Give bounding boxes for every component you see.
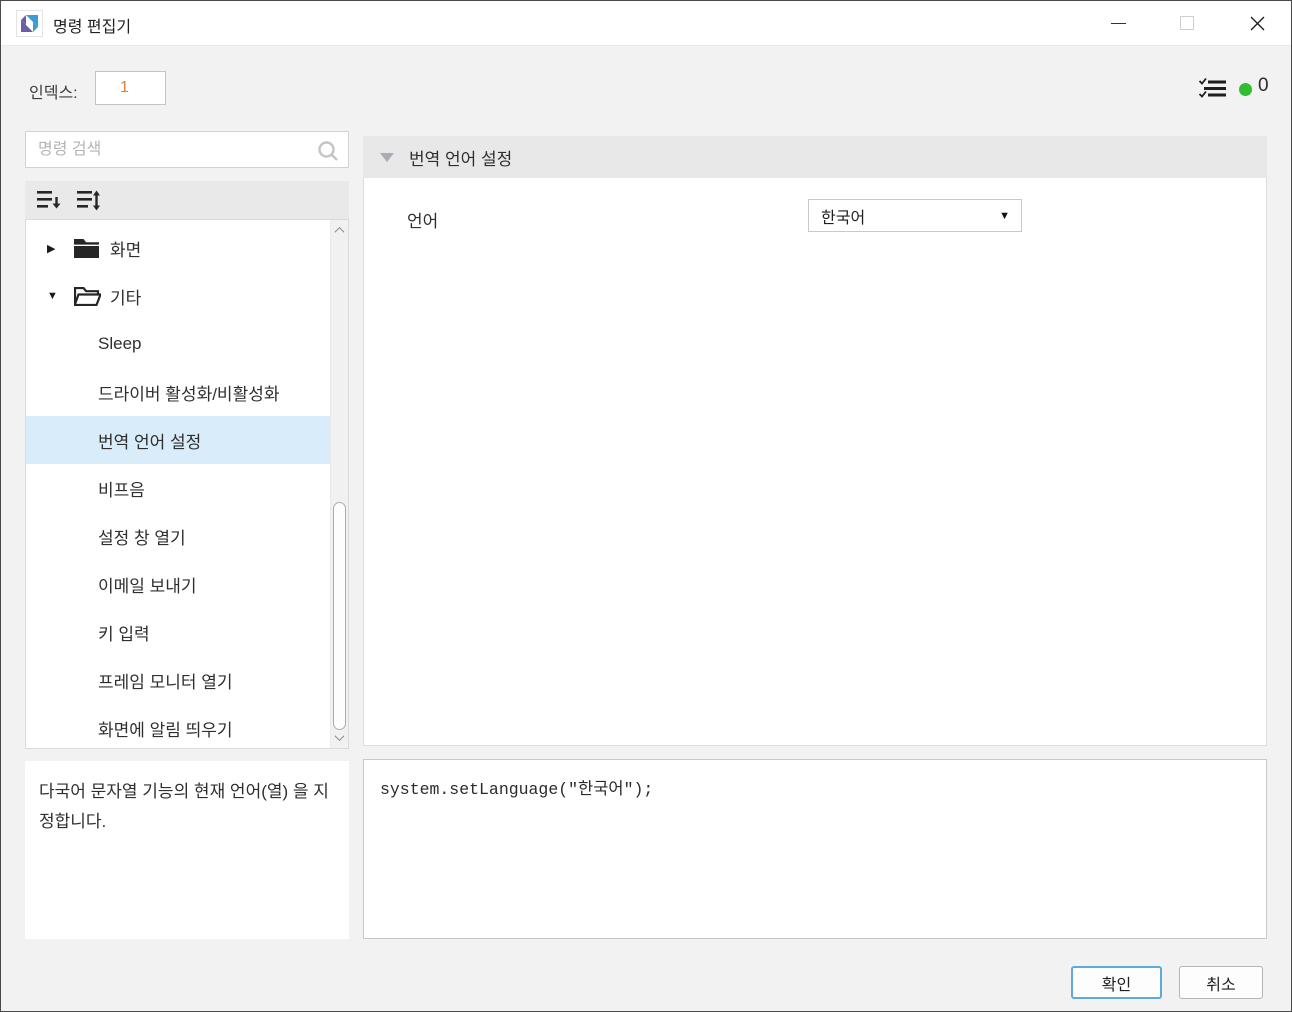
tree-command-row[interactable]: 화면에 알림 띄우기: [26, 704, 330, 752]
code-preview-panel: system.setLanguage("한국어");: [363, 759, 1267, 939]
cancel-button[interactable]: 취소: [1179, 966, 1263, 999]
tree-item-label: 드라이버 활성화/비활성화: [98, 380, 280, 405]
tree-command-row[interactable]: 키 입력: [26, 608, 330, 656]
minimize-button[interactable]: [1095, 7, 1141, 39]
tree-command-row[interactable]: 드라이버 활성화/비활성화: [26, 368, 330, 416]
tree-command-row[interactable]: 이메일 보내기: [26, 560, 330, 608]
window-title: 명령 편집기: [53, 13, 131, 37]
tree-item-label: 설정 창 열기: [98, 524, 186, 549]
scrollbar-thumb[interactable]: [333, 502, 346, 730]
tree-scrollbar[interactable]: [330, 220, 348, 748]
minimize-icon: [1111, 23, 1126, 24]
command-description: 다국어 문자열 기능의 현재 언어(열) 을 지정합니다.: [25, 761, 349, 853]
maximize-icon: [1180, 16, 1194, 30]
index-label: 인덱스:: [29, 79, 78, 103]
close-button[interactable]: [1234, 7, 1280, 39]
command-list-icon[interactable]: [1198, 77, 1227, 105]
collapse-caret-icon[interactable]: [380, 153, 394, 162]
command-editor-window: 명령 편집기 인덱스: 0: [0, 0, 1292, 1012]
search-icon: [317, 140, 339, 167]
detail-section-title: 번역 언어 설정: [409, 145, 512, 170]
tree-item-label: 화면에 알림 띄우기: [98, 716, 233, 741]
language-selected-value: 한국어: [821, 204, 999, 228]
status-dot: [1239, 83, 1252, 96]
tree-command-row[interactable]: 비프음: [26, 464, 330, 512]
tree-toolbar: [25, 181, 349, 219]
tree-item-label: 프레임 모니터 열기: [98, 668, 233, 693]
folder-open-icon: [74, 286, 101, 306]
tree-item-label: 기타: [110, 284, 141, 309]
detail-panel: 언어 한국어 ▼: [363, 178, 1267, 746]
tree-command-row[interactable]: Sleep: [26, 320, 330, 368]
tree-command-row[interactable]: 프레임 모니터 열기: [26, 656, 330, 704]
tree-item-label: 번역 언어 설정: [98, 428, 201, 453]
command-tree: ▶ 화면 ▼ 기타 Sleep 드라이버 활성화/비활성화번역 언어 설정비프음설정 창 …: [25, 219, 349, 749]
sort-toggle-button[interactable]: [71, 185, 105, 215]
tree-command-row[interactable]: 번역 언어 설정: [26, 416, 330, 464]
maximize-button[interactable]: [1164, 7, 1210, 39]
scroll-down-icon[interactable]: [331, 729, 348, 746]
folder-closed-icon: [74, 238, 101, 258]
close-icon: [1250, 16, 1265, 31]
generated-code: system.setLanguage("한국어");: [364, 760, 1266, 814]
tree-item-label: 키 입력: [98, 620, 150, 645]
ok-button[interactable]: 확인: [1071, 966, 1162, 999]
tree-item-label: Sleep: [98, 334, 141, 354]
chevron-expanded-icon[interactable]: ▼: [47, 290, 65, 302]
sort-down-icon: [36, 189, 61, 212]
language-label: 언어: [407, 207, 438, 232]
language-select[interactable]: 한국어 ▼: [808, 199, 1022, 232]
chevron-down-icon: ▼: [999, 210, 1010, 222]
index-input[interactable]: [95, 71, 166, 105]
detail-section-header[interactable]: 번역 언어 설정: [363, 136, 1267, 178]
search-input[interactable]: [26, 132, 348, 167]
tree-item-label: 이메일 보내기: [98, 572, 197, 597]
tree-item-label: 비프음: [98, 476, 145, 501]
tree-folder-row[interactable]: ▼ 기타: [26, 272, 330, 320]
sort-up-down-icon: [76, 189, 101, 212]
status-count: 0: [1258, 75, 1269, 97]
tree-folder-row[interactable]: ▶ 화면: [26, 224, 330, 272]
chevron-collapsed-icon[interactable]: ▶: [47, 242, 65, 255]
tree-item-label: 화면: [110, 236, 141, 261]
command-description-panel: 다국어 문자열 기능의 현재 언어(열) 을 지정합니다.: [25, 761, 349, 939]
command-search-box: [25, 131, 349, 168]
scroll-up-icon[interactable]: [331, 222, 348, 239]
app-logo-icon: [16, 10, 43, 37]
sort-descending-button[interactable]: [31, 185, 65, 215]
tree-command-row[interactable]: 설정 창 열기: [26, 512, 330, 560]
titlebar: 명령 편집기: [1, 1, 1291, 46]
